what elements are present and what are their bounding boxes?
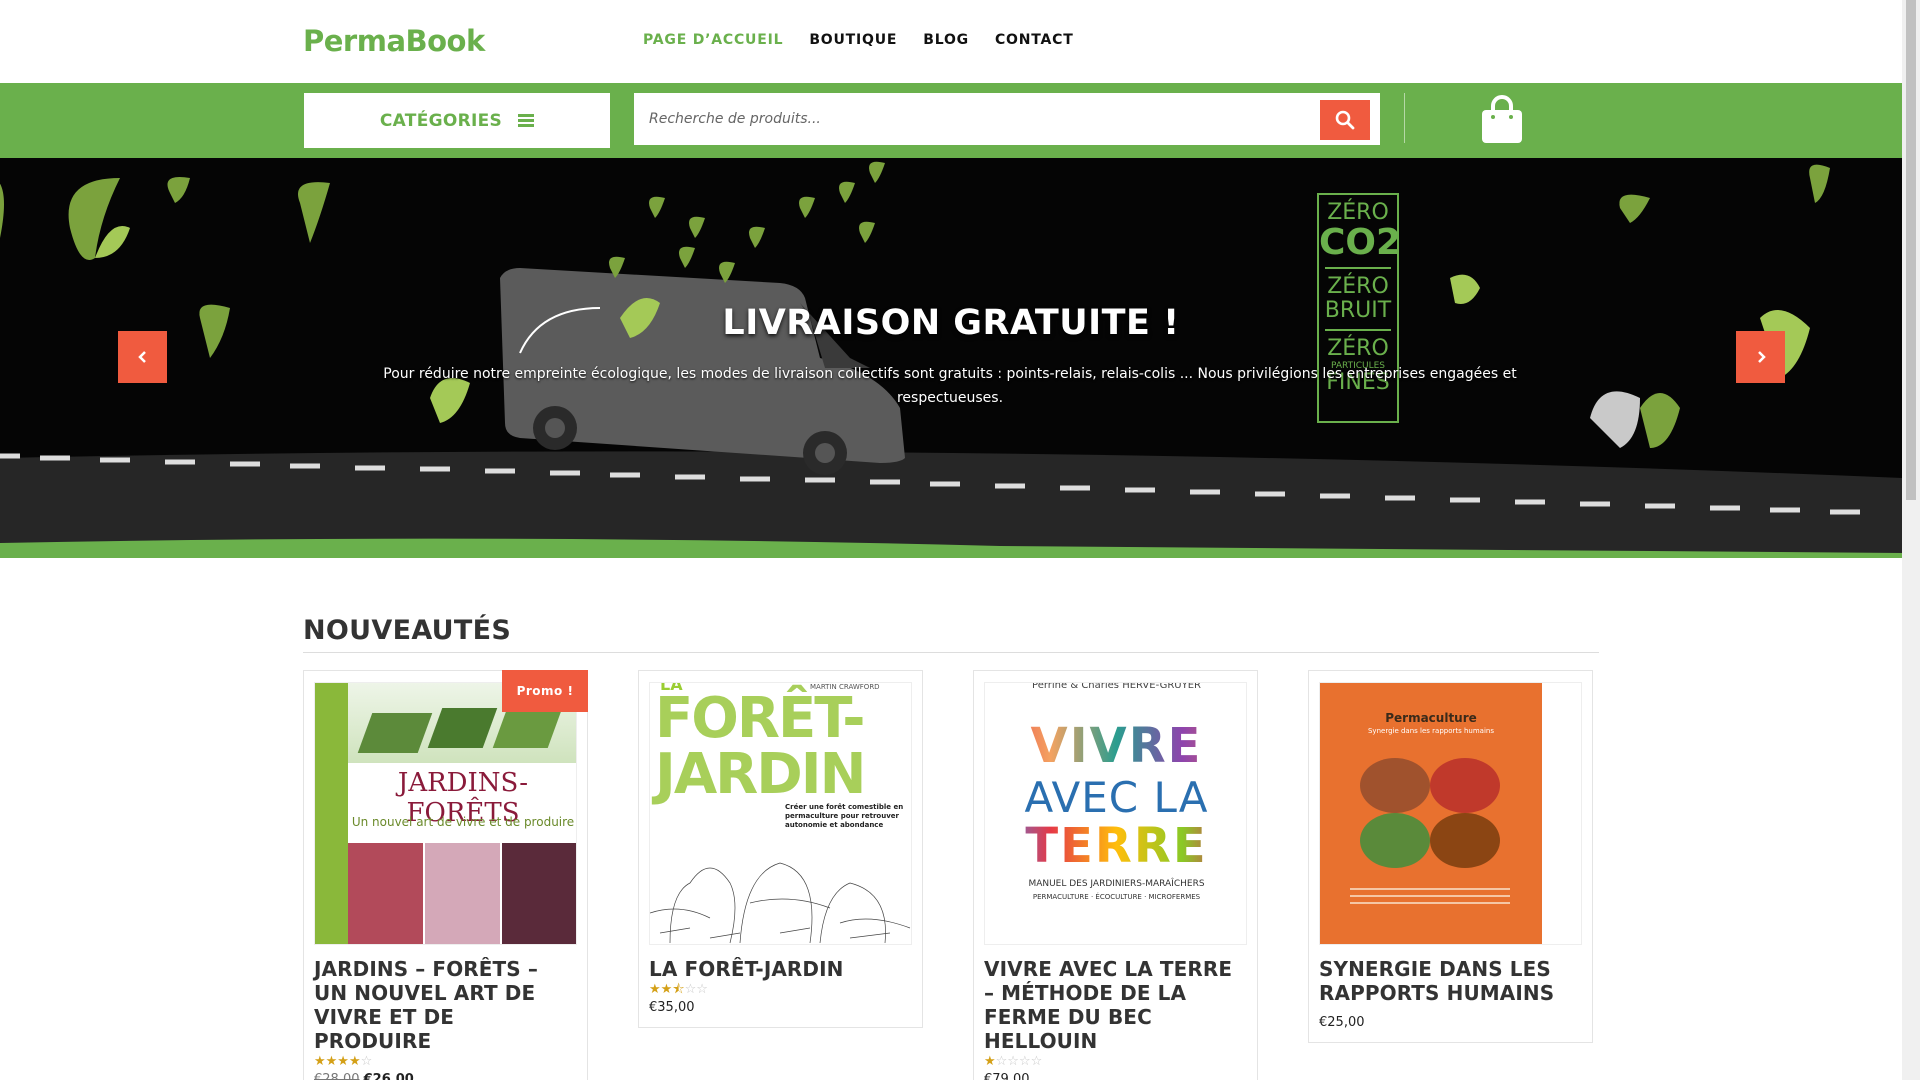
product-image[interactable]: Permaculture Synergie dans les rapports … (1319, 682, 1582, 945)
product-price: €79,00 (984, 1072, 1030, 1080)
product-price: €25,00 (1319, 1015, 1365, 1030)
chevron-right-icon (1757, 351, 1766, 363)
slider-prev-button[interactable] (118, 331, 167, 383)
star-rating: ★★★★☆ (314, 1054, 373, 1069)
hero-title: LIVRAISON GRATUITE ! (722, 303, 1180, 343)
toolbar-divider (1404, 93, 1405, 143)
scrollbar[interactable] (1902, 0, 1920, 1080)
hero-decoration (0, 161, 1830, 475)
search-input[interactable] (634, 93, 1314, 145)
section-title: NOUVEAUTÉS (303, 615, 512, 646)
product-title[interactable]: LA FORÊT-JARDIN (649, 957, 912, 981)
search-button[interactable] (1320, 100, 1370, 140)
nav-blog[interactable]: BLOG (923, 32, 969, 48)
site-header: PermaBook PAGE D’ACCUEIL BOUTIQUE BLOG C… (0, 0, 1902, 83)
product-image[interactable]: LA MARTIN CRAWFORD FORÊT-JARDIN Créer un… (649, 682, 912, 945)
product-title[interactable]: SYNERGIE DANS LES RAPPORTS HUMAINS (1319, 957, 1582, 1005)
section-divider (303, 652, 1599, 653)
scrollbar-thumb[interactable] (1906, 0, 1916, 500)
nav-home[interactable]: PAGE D’ACCUEIL (643, 32, 783, 48)
cart-button[interactable] (1478, 93, 1526, 145)
nav-contact[interactable]: CONTACT (995, 32, 1074, 48)
categories-label: CATÉGORIES (379, 110, 503, 131)
star-rating: ★☆☆☆☆ (984, 1054, 1043, 1069)
hero-text: Pour réduire notre empreinte écologique,… (383, 366, 1517, 406)
shopping-bag-icon (1482, 95, 1522, 143)
product-price: €28,00 €26,00 (314, 1072, 414, 1080)
star-rating: ★★⯪☆☆ (649, 982, 708, 997)
search-bar (634, 93, 1380, 145)
product-title[interactable]: VIVRE AVEC LA TERRE – MÉTHODE DE LA FERM… (984, 957, 1247, 1053)
menu-icon (518, 114, 535, 127)
chevron-left-icon (137, 351, 146, 363)
search-icon (1335, 110, 1355, 130)
product-image[interactable]: Perrine & Charles HERVÉ-GRUYER VIVRE AVE… (984, 682, 1247, 945)
categories-button[interactable]: CATÉGORIES (304, 93, 610, 148)
nav-shop[interactable]: BOUTIQUE (809, 32, 897, 48)
slider-next-button[interactable] (1736, 331, 1785, 383)
product-image[interactable]: JARDINS-FORÊTS Un nouvel art de vivre et… (314, 682, 577, 945)
promo-badge: Promo ! (502, 670, 588, 712)
main-nav: PAGE D’ACCUEIL BOUTIQUE BLOG CONTACT (643, 32, 1074, 48)
hero-slider: ZÉRO CO2 ZÉRO BRUIT ZÉRO PARTICULES FINE… (0, 158, 1902, 558)
product-card[interactable]: Promo ! JARDINS-FORÊTS Un nouvel art de … (303, 670, 588, 1080)
product-price: €35,00 (649, 1000, 695, 1015)
product-card[interactable]: Perrine & Charles HERVÉ-GRUYER VIVRE AVE… (973, 670, 1258, 1080)
toolbar: CATÉGORIES (0, 83, 1902, 158)
product-title[interactable]: JARDINS – FORÊTS – UN NOUVEL ART DE VIVR… (314, 957, 577, 1053)
product-card[interactable]: LA MARTIN CRAWFORD FORÊT-JARDIN Créer un… (638, 670, 923, 1028)
product-card[interactable]: Permaculture Synergie dans les rapports … (1308, 670, 1593, 1043)
site-logo[interactable]: PermaBook (303, 24, 485, 58)
